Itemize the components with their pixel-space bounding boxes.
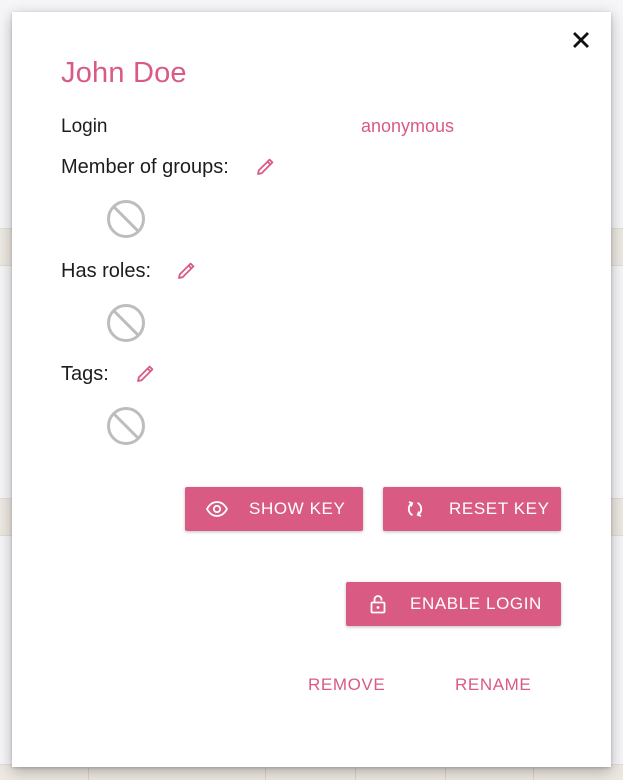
groups-label: Member of groups: [61, 155, 229, 178]
reset-key-label: RESET KEY [449, 499, 550, 518]
remove-button[interactable]: REMOVE [308, 672, 385, 698]
rename-button[interactable]: RENAME [455, 672, 531, 698]
groups-section-header: Member of groups: [61, 152, 278, 182]
enable-login-button[interactable]: ENABLE LOGIN [346, 582, 561, 626]
enable-login-label: ENABLE LOGIN [410, 594, 542, 613]
close-button[interactable] [569, 28, 593, 52]
tags-section-header: Tags: [61, 359, 158, 389]
pencil-icon [256, 158, 274, 175]
edit-groups-button[interactable] [252, 154, 278, 180]
login-value: anonymous [361, 116, 455, 136]
user-name-title: John Doe [61, 57, 187, 89]
no-groups-icon [107, 200, 145, 238]
no-tags-icon [107, 407, 145, 445]
refresh-icon [403, 497, 427, 521]
background-divider [355, 768, 356, 780]
reset-key-button[interactable]: RESET KEY [383, 487, 561, 531]
background-divider [445, 768, 446, 780]
tags-label: Tags: [61, 362, 109, 385]
background-divider [265, 768, 266, 780]
pencil-icon [178, 262, 195, 279]
edit-roles-button[interactable] [173, 258, 199, 284]
background-divider [88, 768, 89, 780]
show-key-label: SHOW KEY [249, 499, 346, 518]
edit-tags-button[interactable] [132, 361, 158, 387]
lock-open-icon [366, 592, 390, 616]
eye-icon [205, 497, 229, 521]
pencil-icon [136, 365, 154, 382]
show-key-button[interactable]: SHOW KEY [185, 487, 363, 531]
roles-label: Has roles: [61, 259, 152, 282]
login-label: Login [61, 116, 108, 137]
close-icon [573, 32, 589, 48]
no-roles-icon [107, 304, 145, 342]
background-divider [533, 768, 534, 780]
roles-section-header: Has roles: [61, 256, 199, 286]
user-details-dialog: John Doe Login anonymous Member of group… [12, 12, 611, 767]
